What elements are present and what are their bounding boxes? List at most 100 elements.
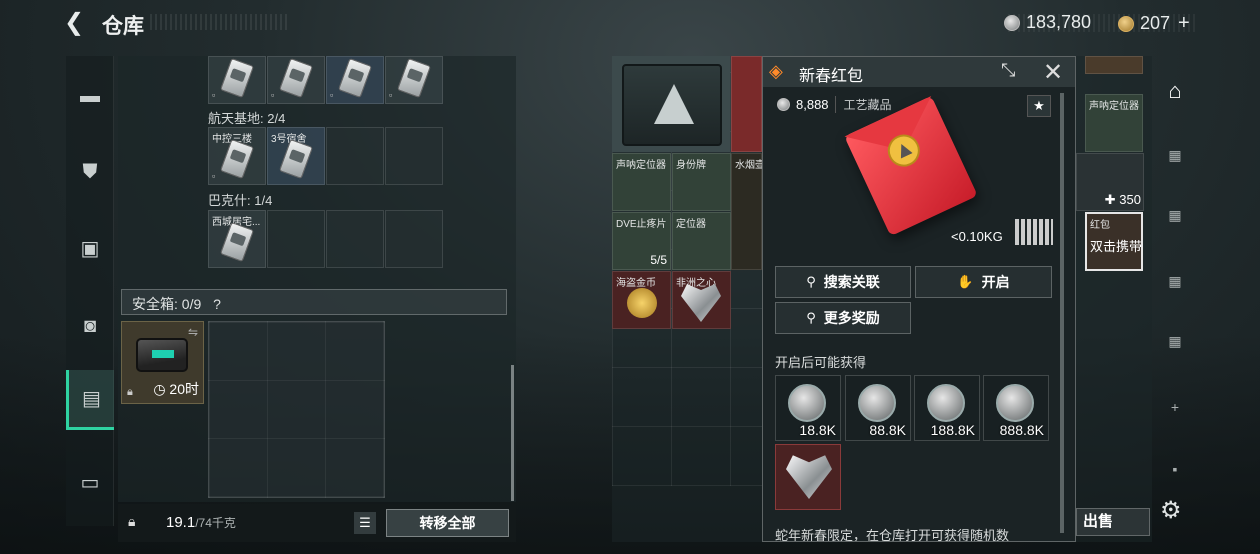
weight-max: /74千克 — [195, 516, 236, 530]
key-card-slot[interactable]: ▫ — [267, 56, 325, 104]
open-hand-icon: ✋ — [957, 274, 974, 289]
gun-icon[interactable]: ▬ — [66, 66, 114, 126]
crate-icon — [622, 64, 722, 146]
lock-icon: ▫ — [212, 90, 216, 100]
key-card-slot[interactable]: ▫ — [326, 56, 384, 104]
red-envelope-image — [844, 95, 978, 237]
safe-box-grid[interactable] — [208, 321, 385, 498]
gold-currency[interactable]: 207 + — [1118, 12, 1190, 35]
popup-scrollbar[interactable] — [1060, 93, 1064, 533]
safe-box-label: 安全箱: 0/9 — [132, 296, 202, 312]
reward-value: 888.8K — [999, 422, 1044, 438]
open-label: 开启 — [981, 274, 1010, 290]
help-icon[interactable]: ? — [213, 296, 221, 312]
swap-icon[interactable]: ⇋ — [188, 325, 198, 339]
storage-item-tag[interactable]: 身份牌 — [672, 153, 731, 211]
add-currency-icon[interactable]: + — [1178, 12, 1190, 35]
storage-tab-icon[interactable]: ▦ — [1156, 196, 1194, 234]
empty-slot[interactable] — [385, 210, 443, 268]
backpack-icon[interactable]: ◙ — [66, 296, 114, 356]
reward-item[interactable]: 88.8K — [845, 375, 911, 441]
reward-item-heart[interactable] — [775, 444, 841, 510]
vest-icon[interactable]: ▣ — [66, 218, 114, 278]
empty-slot[interactable] — [326, 127, 384, 185]
lock-icon[interactable]: 🔒︎ — [128, 513, 135, 530]
weapon-crate-item[interactable] — [612, 56, 730, 152]
reward-item[interactable]: 888.8K — [983, 375, 1049, 441]
page-title: 仓库 — [102, 15, 144, 38]
key-card-icon — [396, 57, 432, 99]
plus-count: 350 — [1119, 192, 1141, 207]
weight-value: 19.1 — [166, 514, 196, 531]
storage-item-gold-coin[interactable]: 海盗金币 — [612, 271, 671, 329]
close-icon[interactable]: ✕ — [1043, 58, 1063, 87]
safe-box-timer: ◷ 20时 — [153, 381, 199, 397]
storage-home-icon[interactable]: ⌂ — [1156, 72, 1194, 110]
gold-amount: 207 — [1140, 13, 1171, 33]
storage-item[interactable] — [731, 56, 762, 152]
item-label: 水烟壶 — [735, 160, 765, 171]
item-label: DVE止疼片 — [616, 219, 667, 230]
case-icon[interactable]: ▤ — [66, 370, 114, 430]
gold-coin-icon — [627, 288, 657, 318]
move-all-button[interactable]: 转移全部 — [386, 509, 509, 537]
safe-box-item[interactable]: ⇋ 🔒︎ ◷ 20时 — [121, 321, 204, 404]
storage-item-sonar[interactable]: 声呐定位器 — [612, 153, 671, 211]
storage-item-sonar-right[interactable]: 声呐定位器 — [1085, 94, 1143, 152]
armor-icon[interactable]: ⛊ — [66, 142, 114, 202]
lock-icon[interactable]: ▪ — [1156, 450, 1194, 488]
storage-item-locator[interactable]: 定位器 — [672, 212, 731, 270]
minimize-icon[interactable]: ⤡ — [1001, 60, 1015, 81]
reward-item[interactable]: 18.8K — [775, 375, 841, 441]
key-card-slot[interactable]: 3号宿舍 — [267, 127, 325, 185]
reward-value: 18.8K — [799, 422, 836, 438]
item-value: 8,888 — [796, 97, 829, 112]
key-card-icon — [337, 57, 373, 99]
list-icon[interactable]: ☰ — [354, 512, 376, 534]
key-card-slot[interactable]: ▫ — [385, 56, 443, 104]
more-rewards-button[interactable]: ⚲ 更多奖励 — [775, 302, 911, 334]
search-related-button[interactable]: ⚲ 搜索关联 — [775, 266, 911, 298]
item-size-grid-icon — [1015, 219, 1053, 245]
item-label: 声呐定位器 — [1089, 101, 1139, 112]
storage-item-hookah[interactable]: 水烟壶 — [731, 153, 765, 270]
storage-item[interactable]: ✚ 350 — [1076, 153, 1144, 211]
item-detail-popup: ◈ 新春红包 ⤡ ✕ 8,888 工艺藏品 ★ <0.10KG ⚲ 搜索关联 ✋ 开… — [762, 56, 1076, 542]
settings-gear-icon[interactable]: ⚙ — [1160, 496, 1182, 525]
search-icon: ⚲ — [806, 310, 816, 325]
empty-slot[interactable] — [326, 210, 384, 268]
open-button[interactable]: ✋ 开启 — [915, 266, 1052, 298]
reward-item[interactable]: 188.8K — [914, 375, 980, 441]
reward-value: 88.8K — [869, 422, 906, 438]
item-category-icon: ◈ — [769, 61, 783, 81]
key-card-slot[interactable]: ▫ — [208, 56, 266, 104]
item-category: 工艺藏品 — [834, 96, 892, 113]
weight-readout: 19.1/74千克 — [166, 514, 236, 531]
search-icon: ⚲ — [806, 274, 816, 289]
scrollbar[interactable] — [511, 365, 514, 501]
empty-slot[interactable] — [385, 127, 443, 185]
briefcase-icon[interactable]: ▭ — [66, 452, 114, 512]
safe-box-header: 安全箱: 0/9 ? — [121, 289, 507, 315]
key-card-slot[interactable]: 西城居宅... — [208, 210, 266, 268]
storage-item-heart[interactable]: 非洲之心 — [672, 271, 731, 329]
item-description: 蛇年新春限定，在仓库打开可获得随机数 — [775, 528, 1010, 541]
silver-amount: 183,780 — [1026, 12, 1092, 32]
storage-item-red-packet[interactable]: 红包 双击携带 — [1085, 212, 1143, 271]
empty-slot[interactable] — [267, 210, 325, 268]
storage-tab-icon[interactable]: ▦ — [1156, 136, 1194, 174]
right-storage-nav: ⌂ ▦ ▦ ▦ ▦ + ▪ — [1152, 56, 1196, 496]
storage-tab-icon[interactable]: ▦ — [1156, 262, 1194, 300]
storage-item-painkiller[interactable]: DVE止疼片 5/5 — [612, 212, 671, 270]
section-label: 巴克什: 1/4 — [208, 193, 273, 208]
add-tab-icon[interactable]: + — [1156, 388, 1194, 426]
back-arrow-icon[interactable]: ❮ — [64, 8, 94, 38]
safe-box-time: 20时 — [169, 381, 199, 397]
key-card-slot[interactable]: 中控三楼▫ — [208, 127, 266, 185]
popup-title: 新春红包 — [799, 68, 864, 85]
storage-item[interactable] — [1085, 56, 1143, 74]
favorite-star-icon[interactable]: ★ — [1027, 95, 1051, 117]
storage-tab-icon[interactable]: ▦ — [1156, 322, 1194, 360]
sell-button[interactable]: 出售 — [1076, 508, 1150, 536]
item-weight: <0.10KG — [951, 229, 1003, 244]
